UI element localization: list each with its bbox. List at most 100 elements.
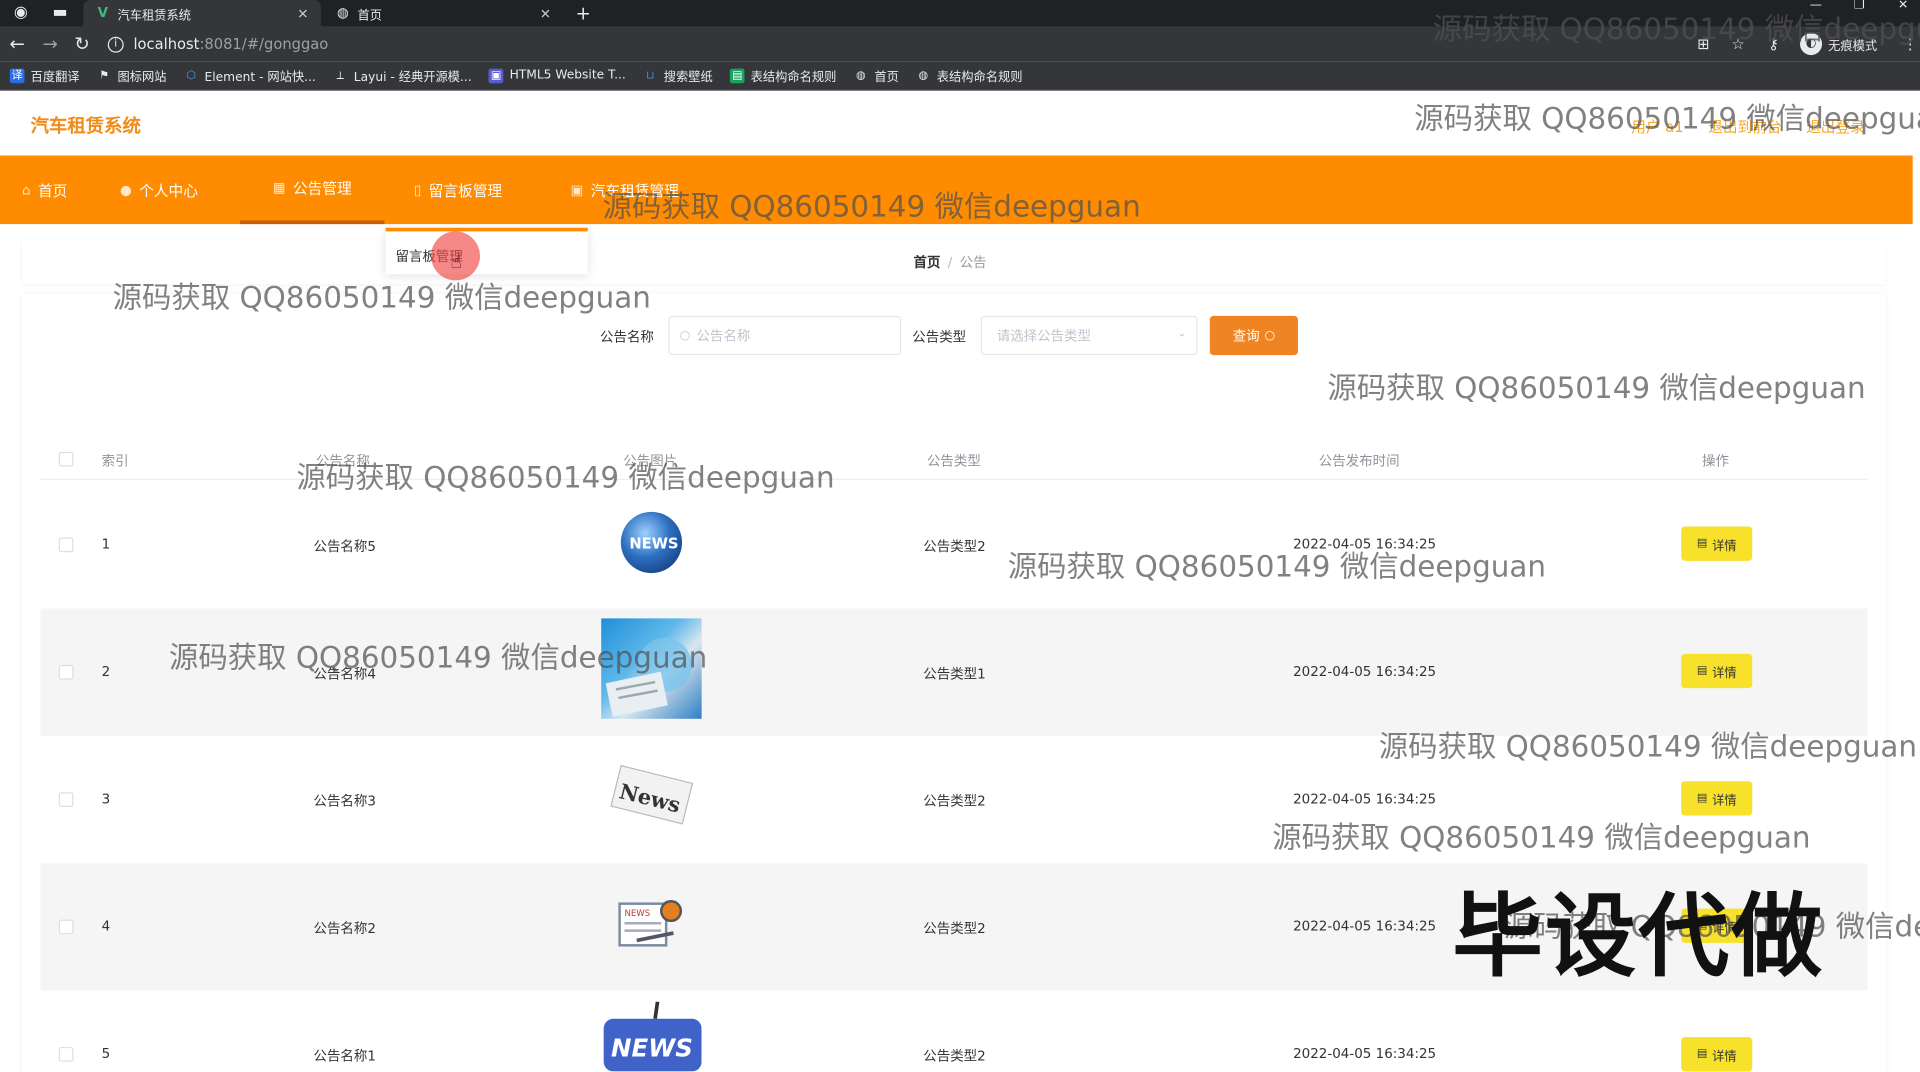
news-paper-graphic: NEWS — [618, 900, 683, 947]
breadcrumb: 首页 / 公告 — [913, 252, 986, 272]
app-title: 汽车租赁系统 — [30, 115, 141, 138]
nav-label: 个人中心 — [139, 181, 198, 199]
row-time: 2022-04-05 16:34:25 — [1293, 791, 1437, 807]
row-type: 公告类型2 — [923, 920, 986, 937]
column-header-actions: 操作 — [1702, 453, 1729, 469]
page: ◉ ▬ V 汽车租赁系统 ✕ ◍ 首页 ✕ + — ❐ ✕ ← → ↻ i lo… — [0, 0, 1920, 1072]
detail-button[interactable]: ▤ 详情 — [1681, 653, 1753, 689]
row-name: 公告名称1 — [313, 1048, 376, 1065]
tab-search-icon[interactable]: ▬ — [49, 2, 71, 24]
bookmark-label: Layui - 经典开源模... — [353, 71, 472, 85]
tab-title: 汽车租赁系统 — [117, 9, 192, 23]
chevron-down-icon: ⌄ — [1177, 328, 1187, 341]
document-icon: ▤ — [1696, 537, 1708, 550]
bookmark-item[interactable]: ◍ 表结构命名规则 — [916, 66, 1023, 85]
bookmark-item[interactable]: ⊔ 搜索壁纸 — [643, 66, 713, 84]
notice-icon: ▦ — [272, 180, 286, 196]
bookmark-item[interactable]: ⟂ Layui - 经典开源模... — [333, 66, 472, 84]
breadcrumb-current: 公告 — [959, 254, 987, 271]
row-index: 4 — [101, 918, 111, 935]
overlay-big-text: 毕设代做 — [1452, 884, 1825, 990]
tab-title: 首页 — [357, 9, 383, 23]
nav-notice[interactable]: ▦ 公告管理 — [240, 156, 385, 225]
watermark-text: 源码获取 QQ86050149 微信deepguan — [112, 280, 651, 315]
back-icon[interactable]: ← — [5, 32, 29, 56]
news-text: NEWS — [611, 1034, 693, 1063]
row-type: 公告类型2 — [923, 538, 986, 555]
bookmark-item[interactable]: ▣ HTML5 Website T... — [488, 67, 626, 83]
row-type: 公告类型2 — [923, 793, 986, 810]
bookmark-label: 图标网站 — [117, 71, 167, 85]
row-time: 2022-04-05 16:34:25 — [1293, 918, 1437, 935]
watermark-text: 源码获取 QQ86050149 微信deepguan — [1432, 12, 1920, 47]
nav-dropdown-menu: 留言板管理 — [385, 227, 588, 275]
nav-message-board[interactable]: ▯ 留言板管理 — [414, 156, 502, 225]
browser-tab-active[interactable]: V 汽车租赁系统 ✕ — [83, 0, 321, 27]
new-tab-icon[interactable]: + — [576, 0, 591, 27]
news-text: NEWS — [624, 909, 650, 919]
bookmark-item[interactable]: ⚑ 图标网站 — [97, 66, 167, 85]
bookmark-label: 表结构命名规则 — [936, 71, 1023, 85]
document-icon: ▤ — [1696, 792, 1708, 805]
bookmark-item[interactable]: ◍ 首页 — [854, 66, 899, 84]
bookmark-label: HTML5 Website T... — [509, 68, 626, 83]
browser-tab[interactable]: ◍ 首页 ✕ — [323, 0, 563, 27]
news-stamp-image: News — [607, 759, 695, 832]
nav-label: 公告管理 — [292, 180, 352, 198]
bookmark-item[interactable]: 译百度翻译 — [9, 66, 80, 84]
close-icon[interactable]: ✕ — [540, 6, 551, 22]
search-icon: ○ — [679, 328, 691, 343]
layui-icon: ⟂ — [336, 69, 344, 82]
row-checkbox[interactable] — [58, 664, 74, 680]
close-icon[interactable]: ✕ — [297, 6, 308, 22]
nav-home[interactable]: ⌂ 首页 — [22, 156, 67, 225]
url-host: localhost — [133, 35, 200, 53]
car-icon: ▣ — [570, 181, 584, 198]
element-icon: ⬡ — [186, 69, 196, 82]
reload-icon[interactable]: ↻ — [70, 32, 94, 56]
row-name: 公告名称2 — [313, 920, 376, 937]
nav-label: 首页 — [37, 181, 68, 199]
detail-button[interactable]: ▤ 详情 — [1681, 526, 1753, 561]
detail-button[interactable]: ▤ 详情 — [1681, 781, 1753, 816]
search-type-select[interactable]: 请选择公告类型 ⌄ — [980, 315, 1198, 356]
row-index: 5 — [101, 1045, 111, 1062]
bookmark-label: Element - 网站快... — [204, 71, 316, 85]
globe-icon: ◍ — [856, 69, 866, 82]
row-index: 3 — [101, 791, 111, 807]
breadcrumb-separator: / — [947, 254, 953, 271]
watermark-text: 源码获取 QQ86050149 微信deepguan — [1327, 371, 1866, 406]
column-header-index: 索引 — [101, 453, 129, 469]
translate-bookmark-icon: 译 — [9, 67, 25, 83]
row-time: 2022-04-05 16:34:25 — [1293, 1045, 1437, 1062]
nav-profile[interactable]: ● 个人中心 — [120, 156, 198, 225]
detail-button[interactable]: ▤ 详情 — [1681, 1037, 1753, 1072]
globe-icon: ◍ — [336, 4, 349, 21]
forward-icon[interactable]: → — [38, 32, 62, 56]
query-button[interactable]: 查询 ○ — [1209, 315, 1298, 356]
row-checkbox[interactable] — [58, 1046, 74, 1062]
bookmark-item[interactable]: ▤ 表结构命名规则 — [729, 66, 837, 85]
row-checkbox[interactable] — [58, 792, 74, 807]
bookmarks-bar: 译百度翻译 ⚑ 图标网站 ⬡ Element - 网站快... ⟂ Layui - 经… — [0, 61, 1920, 91]
bookmark-item[interactable]: ⬡ Element - 网站快... — [184, 66, 316, 84]
browser-menu-icon[interactable]: ◉ — [10, 2, 32, 24]
watermark-text: 源码获取 QQ86050149 微信deepguan — [1414, 101, 1920, 136]
column-header-time: 公告发布时间 — [1318, 453, 1400, 469]
html5-icon: ▣ — [488, 67, 504, 83]
watermark-text: 源码获取 QQ86050149 微信deepguan — [602, 189, 1141, 225]
info-icon[interactable]: i — [107, 36, 124, 53]
bookmark-label: 表结构命名规则 — [750, 71, 837, 85]
detail-label: 详情 — [1712, 794, 1737, 808]
row-name: 公告名称5 — [313, 538, 376, 555]
query-button-label: 查询 — [1232, 328, 1260, 345]
row-checkbox[interactable] — [58, 919, 74, 935]
select-all-checkbox[interactable] — [58, 451, 74, 467]
row-checkbox[interactable] — [58, 537, 74, 553]
sheet-icon: ▤ — [729, 67, 745, 83]
breadcrumb-home[interactable]: 首页 — [913, 255, 940, 271]
search-type-placeholder: 请选择公告类型 — [996, 328, 1092, 345]
row-index: 1 — [101, 536, 111, 553]
search-name-input[interactable]: ○ 公告名称 — [668, 315, 902, 356]
detail-label: 详情 — [1712, 539, 1737, 553]
